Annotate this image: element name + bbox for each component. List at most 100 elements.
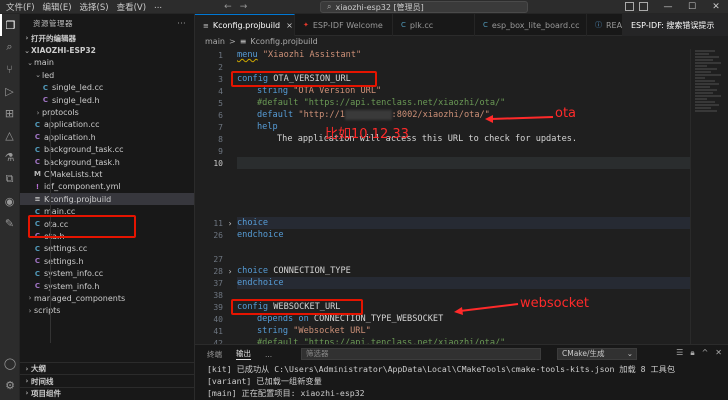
workspace-root[interactable]: ⌄ XIAOZHI-ESP32 [20,44,194,56]
folded-region-highlight [237,217,690,229]
code-line: 26 endchoice [195,229,283,241]
open-editors-section[interactable]: › 打开的编辑器 [20,32,194,44]
clear-output-icon[interactable]: ☰ [676,348,683,358]
file-item[interactable]: Csingle_led.cc [20,82,194,94]
explorer-icon[interactable]: ❐ [0,14,19,36]
code-keyword: string [257,326,289,336]
toggle-sidebar-icon[interactable] [625,2,634,11]
tab-terminal[interactable]: 终端 [207,349,222,360]
panel-actions: ☰ 🔒︎ ^ ✕ [676,348,722,358]
back-arrow-icon[interactable]: ← [224,2,232,12]
tree-item-label: single_led.h [52,95,100,105]
menu-view[interactable]: 查看(V) [117,1,146,13]
file-item[interactable]: Csettings.h [20,255,194,267]
menu-more[interactable]: ... [154,1,162,13]
tab-esp-idf-welcome[interactable]: ✦ ESP-IDF Welcome [295,14,393,36]
editor-tabs: ≡ Kconfig.projbuild × ✦ ESP-IDF Welcome … [195,14,728,36]
minimap[interactable] [690,49,728,344]
maximize-panel-icon[interactable]: ^ [702,348,709,358]
more-actions-icon[interactable]: ··· [177,19,186,28]
search-view-icon[interactable]: ⌕ [0,36,19,58]
close-icon[interactable]: ✕ [704,0,728,14]
outline-section[interactable]: › 大纲 [20,362,194,374]
folder-item[interactable]: › managed_components [20,292,194,304]
esp-idf-search-error-hints[interactable]: ESP-IDF: 搜索错误提示 [623,14,728,36]
testing-icon[interactable]: ⚗ [0,146,19,168]
file-type-icon: C [34,282,41,290]
folded-region-highlight [237,277,690,289]
output-filter-input[interactable]: 筛选器 [301,348,541,360]
file-item[interactable]: Cbackground_task.cc [20,144,194,156]
code-keyword: menu [237,50,258,60]
minimize-icon[interactable]: — [656,0,680,14]
account-icon[interactable]: ◯ [0,352,20,374]
chevron-down-icon: ⌄ [626,349,633,358]
line-number: 37 [213,278,223,288]
code-string: :8002/xiaozhi/ota/" [391,110,490,120]
close-panel-icon[interactable]: ✕ [715,348,722,358]
extensions-icon[interactable]: ⊞ [0,102,19,124]
folder-item[interactable]: ⌄ main [20,57,194,69]
settings-gear-icon[interactable]: ⚙ [0,374,20,396]
cmake-icon[interactable]: △ [0,124,19,146]
file-item[interactable]: ! idf_component.yml [20,181,194,193]
maximize-icon[interactable]: ☐ [680,0,704,14]
folder-item[interactable]: › scripts [20,305,194,317]
breadcrumb-main[interactable]: main [205,37,225,46]
activity-bar: ❐ ⌕ ⑂ ▷ ⊞ △ ⚗ ⧉ ◉ ✎ ◯ ⚙ [0,14,20,400]
command-center-search[interactable]: ⌕ xiaozhi-esp32 [管理员] [320,1,528,13]
file-item[interactable]: M CMakeLists.txt [20,168,194,180]
code-editor[interactable]: 1 menu "Xiaozhi Assistant" 2 3 config OT… [195,49,690,348]
project-components-section[interactable]: › 项目组件 [20,386,194,399]
line-number: 4 [218,86,223,96]
tab-plk[interactable]: C plk.cc [393,14,475,36]
esp-idf-icon[interactable]: ◉ [0,190,19,212]
folder-item[interactable]: ⌄ led [20,69,194,81]
run-debug-icon[interactable]: ▷ [0,80,19,102]
output-channel-select[interactable]: CMake/生成 ⌄ [557,348,637,360]
code-keyword: depends on [257,314,309,324]
file-item[interactable]: Capplication.h [20,131,194,143]
tab-esp-box-lite-board[interactable]: C esp_box_lite_board.cc [475,14,587,36]
tab-output[interactable]: 输出 [236,348,251,360]
source-control-icon[interactable]: ⑂ [0,58,19,80]
fold-chevron-icon[interactable]: › [223,219,237,228]
code-line: 7 help [195,121,278,133]
tree-item-label: Kconfig.projbuild [44,194,112,204]
file-item[interactable]: ≡ Kconfig.projbuild [20,193,194,206]
annotation-ota: ota [555,106,577,121]
forward-arrow-icon[interactable]: → [240,2,248,12]
tab-readme[interactable]: ⓘ READ [587,14,623,36]
folder-item[interactable]: › protocols [20,106,194,118]
tab-kconfig[interactable]: ≡ Kconfig.projbuild × [195,14,295,36]
layout-controls [625,2,648,11]
toggle-panel-icon[interactable] [639,2,648,11]
close-tab-icon[interactable]: × [286,21,293,30]
timeline-section[interactable]: › 时间线 [20,374,194,386]
remote-icon[interactable]: ⧉ [0,168,19,190]
file-type-icon: C [42,83,49,92]
menu-edit[interactable]: 编辑(E) [43,1,72,13]
file-item[interactable]: Csingle_led.h [20,94,194,106]
file-item[interactable]: Csettings.cc [20,243,194,255]
lock-scroll-icon[interactable]: 🔒︎ [690,348,694,358]
code-keyword: string [257,86,289,96]
menu-selection[interactable]: 选择(S) [80,1,109,13]
chat-icon[interactable]: ✎ [0,212,19,234]
window-controls: — ☐ ✕ [656,0,728,14]
breadcrumb-file[interactable]: Kconfig.projbuild [250,37,317,46]
line-number: 6 [218,110,223,120]
esp-idf-search-label: ESP-IDF: 搜索错误提示 [631,20,715,30]
code-string: "http://1 [293,110,345,120]
code-line: 10 [195,157,237,169]
fold-chevron-icon[interactable]: › [223,267,237,276]
file-item[interactable]: Cbackground_task.h [20,156,194,168]
file-item[interactable]: Csystem_info.h [20,280,194,292]
info-icon: ⓘ [595,21,602,29]
menu-file[interactable]: 文件(F) [6,1,35,13]
panel-more-tabs[interactable]: ... [265,350,272,359]
file-item[interactable]: Csystem_info.cc [20,267,194,279]
tree-item-label: CMakeLists.txt [44,169,103,179]
file-item[interactable]: Capplication.cc [20,119,194,131]
line-number: 1 [218,50,223,60]
